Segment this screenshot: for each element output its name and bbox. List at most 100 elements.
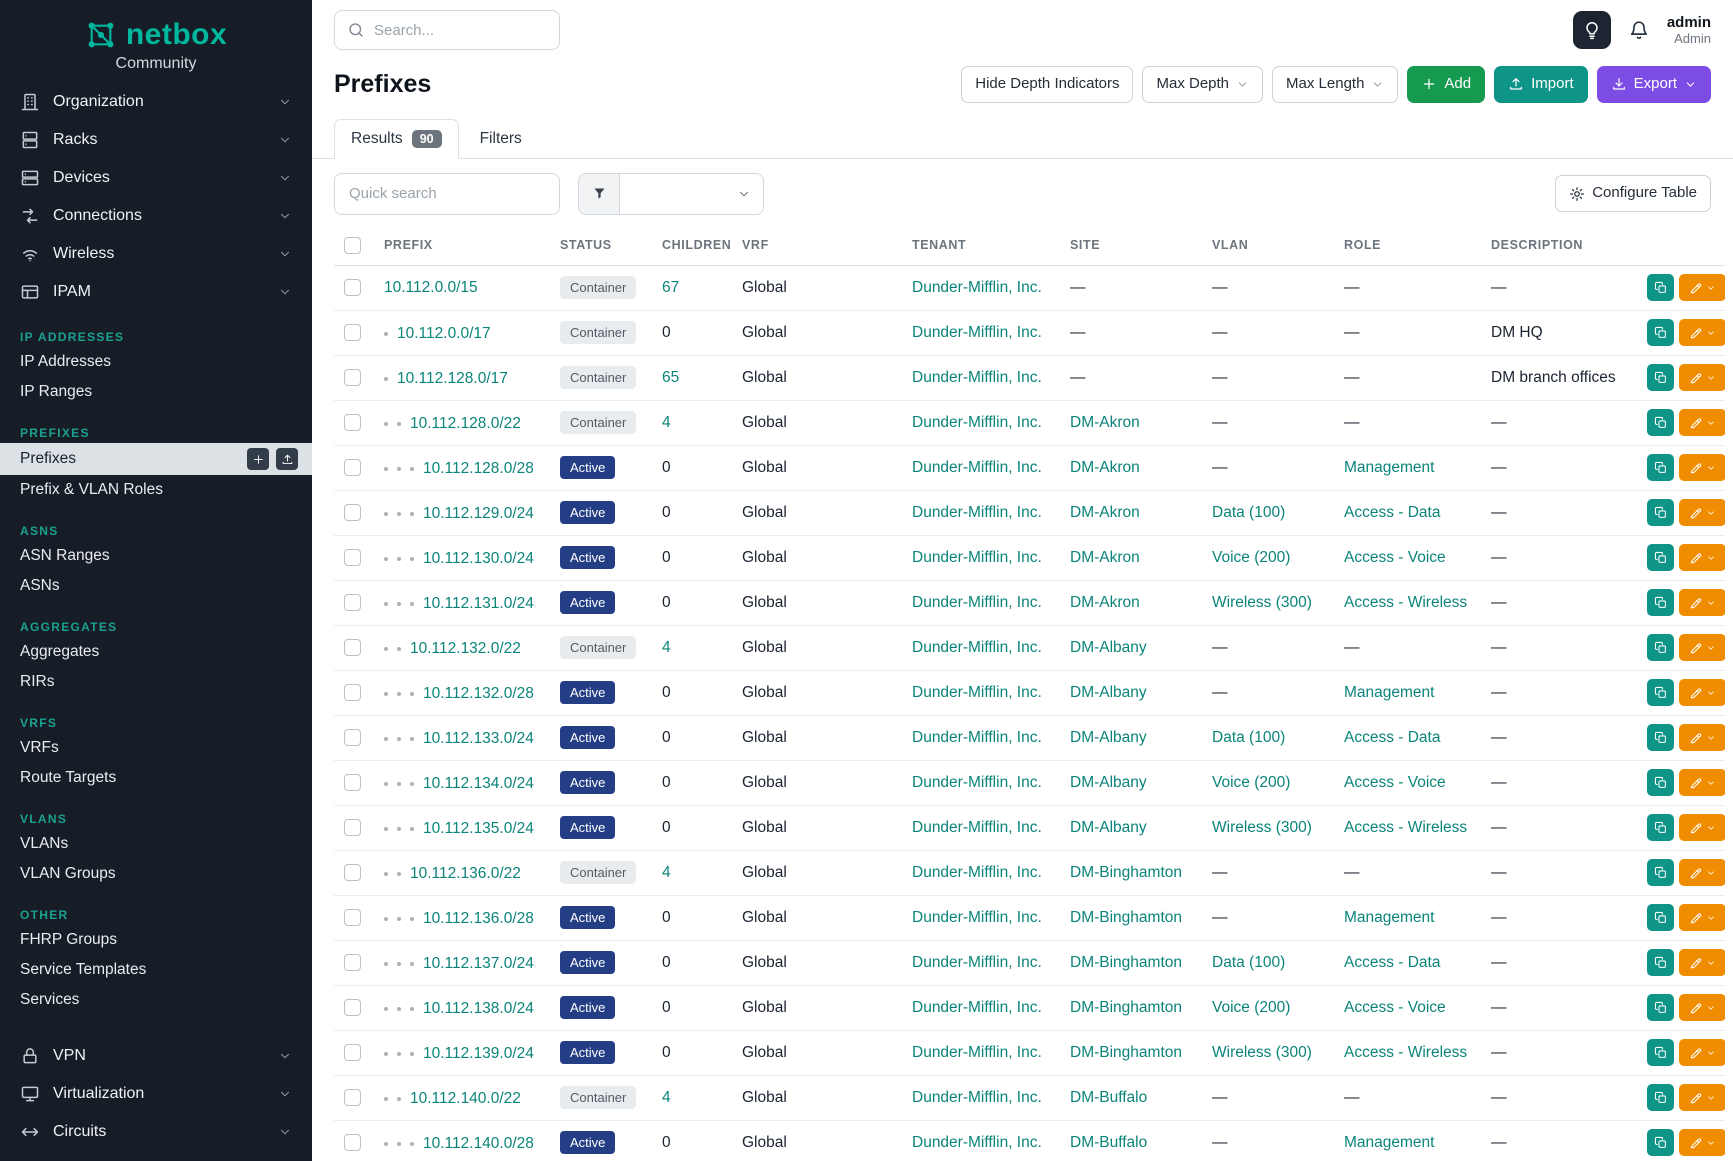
add-button[interactable]: Add (1407, 66, 1485, 103)
row-checkbox[interactable] (344, 459, 361, 476)
row-checkbox[interactable] (344, 279, 361, 296)
clone-button[interactable] (1647, 274, 1674, 301)
tenant-link[interactable]: Dunder-Mifflin, Inc. (912, 414, 1042, 431)
edit-button[interactable] (1679, 634, 1725, 661)
children-link[interactable]: 65 (662, 369, 679, 386)
sidebar-item-asns[interactable]: ASNs (0, 571, 312, 601)
site-link[interactable]: DM-Albany (1070, 639, 1147, 656)
edit-button[interactable] (1679, 1129, 1725, 1156)
clone-button[interactable] (1647, 994, 1674, 1021)
row-checkbox[interactable] (344, 639, 361, 656)
vlan-link[interactable]: Wireless (300) (1212, 1044, 1312, 1061)
tenant-link[interactable]: Dunder-Mifflin, Inc. (912, 774, 1042, 791)
role-link[interactable]: Access - Wireless (1344, 819, 1467, 836)
edit-button[interactable] (1679, 904, 1725, 931)
tenant-link[interactable]: Dunder-Mifflin, Inc. (912, 819, 1042, 836)
sidebar-item-asn-ranges[interactable]: ASN Ranges (0, 541, 312, 571)
sidebar-item-ip-ranges[interactable]: IP Ranges (0, 377, 312, 407)
clone-button[interactable] (1647, 814, 1674, 841)
row-checkbox[interactable] (344, 774, 361, 791)
row-checkbox[interactable] (344, 369, 361, 386)
children-link[interactable]: 4 (662, 639, 671, 656)
theme-toggle-button[interactable] (1573, 11, 1611, 49)
export-button[interactable]: Export (1597, 66, 1711, 103)
tenant-link[interactable]: Dunder-Mifflin, Inc. (912, 909, 1042, 926)
clone-button[interactable] (1647, 454, 1674, 481)
sidebar-item-route-targets[interactable]: Route Targets (0, 763, 312, 793)
prefix-link[interactable]: 10.112.139.0/24 (423, 1045, 534, 1063)
children-link[interactable]: 4 (662, 864, 671, 881)
max-depth-dropdown[interactable]: Max Depth (1142, 66, 1263, 103)
clone-button[interactable] (1647, 1084, 1674, 1111)
configure-table-button[interactable]: Configure Table (1555, 175, 1711, 212)
site-link[interactable]: DM-Albany (1070, 819, 1147, 836)
site-link[interactable]: DM-Binghamton (1070, 909, 1182, 926)
prefix-link[interactable]: 10.112.128.0/17 (397, 370, 508, 388)
sidebar-item-vlan-groups[interactable]: VLAN Groups (0, 859, 312, 889)
clone-button[interactable] (1647, 904, 1674, 931)
edit-button[interactable] (1679, 364, 1725, 391)
sidebar-item-devices[interactable]: Devices (0, 159, 312, 197)
sidebar-item-virtualization[interactable]: Virtualization (0, 1075, 312, 1113)
clone-button[interactable] (1647, 499, 1674, 526)
site-link[interactable]: DM-Binghamton (1070, 864, 1182, 881)
children-link[interactable]: 4 (662, 414, 671, 431)
edit-button[interactable] (1679, 949, 1725, 976)
site-link[interactable]: DM-Binghamton (1070, 954, 1182, 971)
prefix-link[interactable]: 10.112.129.0/24 (423, 505, 534, 523)
row-checkbox[interactable] (344, 819, 361, 836)
edit-button[interactable] (1679, 274, 1725, 301)
edit-button[interactable] (1679, 319, 1725, 346)
vlan-link[interactable]: Wireless (300) (1212, 819, 1312, 836)
tenant-link[interactable]: Dunder-Mifflin, Inc. (912, 279, 1042, 296)
prefix-link[interactable]: 10.112.140.0/22 (410, 1090, 521, 1108)
site-link[interactable]: DM-Albany (1070, 684, 1147, 701)
clone-button[interactable] (1647, 544, 1674, 571)
sidebar-item-vrfs[interactable]: VRFs (0, 733, 312, 763)
row-checkbox[interactable] (344, 1089, 361, 1106)
row-checkbox[interactable] (344, 1134, 361, 1151)
edit-button[interactable] (1679, 1084, 1725, 1111)
edit-button[interactable] (1679, 499, 1725, 526)
sidebar-item-ip-addresses[interactable]: IP Addresses (0, 347, 312, 377)
site-link[interactable]: DM-Akron (1070, 594, 1140, 611)
sidebar-item-service-templates[interactable]: Service Templates (0, 955, 312, 985)
clone-button[interactable] (1647, 409, 1674, 436)
site-link[interactable]: DM-Binghamton (1070, 1044, 1182, 1061)
edit-button[interactable] (1679, 724, 1725, 751)
sidebar-item-organization[interactable]: Organization (0, 83, 312, 121)
sidebar-item-aggregates[interactable]: Aggregates (0, 637, 312, 667)
tenant-link[interactable]: Dunder-Mifflin, Inc. (912, 324, 1042, 341)
quick-search-input[interactable] (334, 173, 560, 215)
site-link[interactable]: DM-Binghamton (1070, 999, 1182, 1016)
edit-button[interactable] (1679, 589, 1725, 616)
tenant-link[interactable]: Dunder-Mifflin, Inc. (912, 594, 1042, 611)
sidebar-item-fhrp-groups[interactable]: FHRP Groups (0, 925, 312, 955)
site-link[interactable]: DM-Akron (1070, 504, 1140, 521)
role-link[interactable]: Access - Wireless (1344, 594, 1467, 611)
prefix-link[interactable]: 10.112.132.0/28 (423, 685, 534, 703)
role-link[interactable]: Access - Voice (1344, 999, 1446, 1016)
tenant-link[interactable]: Dunder-Mifflin, Inc. (912, 684, 1042, 701)
prefix-link[interactable]: 10.112.136.0/28 (423, 910, 534, 928)
sidebar-item-prefixes[interactable]: Prefixes (0, 443, 312, 475)
role-link[interactable]: Access - Voice (1344, 774, 1446, 791)
row-checkbox[interactable] (344, 684, 361, 701)
max-length-dropdown[interactable]: Max Length (1272, 66, 1398, 103)
tenant-link[interactable]: Dunder-Mifflin, Inc. (912, 504, 1042, 521)
clone-button[interactable] (1647, 724, 1674, 751)
clone-button[interactable] (1647, 679, 1674, 706)
children-link[interactable]: 67 (662, 279, 679, 296)
vlan-link[interactable]: Data (100) (1212, 729, 1285, 746)
clone-button[interactable] (1647, 949, 1674, 976)
tenant-link[interactable]: Dunder-Mifflin, Inc. (912, 639, 1042, 656)
vlan-link[interactable]: Wireless (300) (1212, 594, 1312, 611)
vlan-link[interactable]: Voice (200) (1212, 999, 1290, 1016)
tenant-link[interactable]: Dunder-Mifflin, Inc. (912, 1134, 1042, 1151)
vlan-link[interactable]: Data (100) (1212, 504, 1285, 521)
edit-button[interactable] (1679, 994, 1725, 1021)
row-checkbox[interactable] (344, 549, 361, 566)
edit-button[interactable] (1679, 679, 1725, 706)
tenant-link[interactable]: Dunder-Mifflin, Inc. (912, 729, 1042, 746)
edit-button[interactable] (1679, 814, 1725, 841)
